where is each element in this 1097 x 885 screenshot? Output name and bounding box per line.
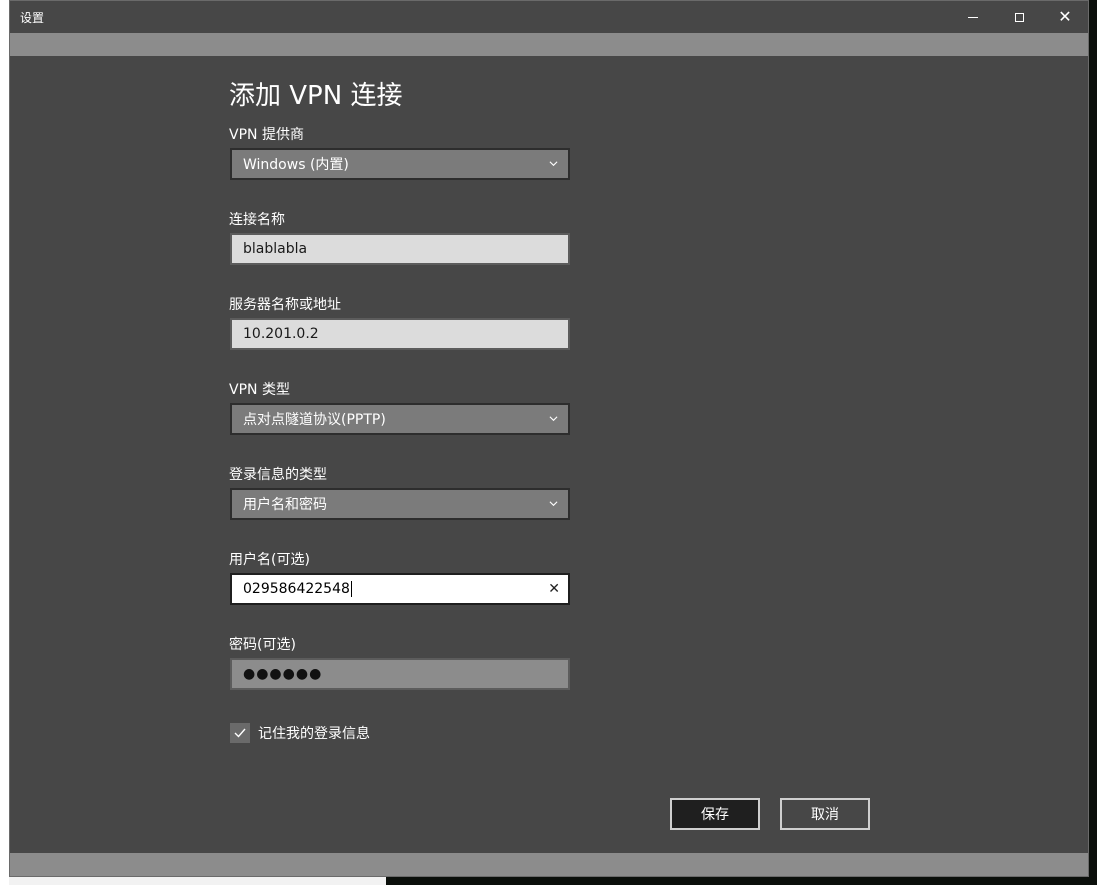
vpn-type-label: VPN 类型 bbox=[229, 382, 290, 398]
background-terminal-bottom bbox=[386, 877, 1097, 885]
server-input[interactable]: 10.201.0.2 bbox=[230, 318, 570, 350]
server-label: 服务器名称或地址 bbox=[229, 297, 341, 313]
connection-name-value: blablabla bbox=[243, 241, 308, 257]
background-window-left bbox=[0, 0, 9, 885]
connection-name-label: 连接名称 bbox=[229, 212, 285, 228]
vpn-type-select[interactable]: 点对点隧道协议(PPTP) bbox=[230, 403, 570, 435]
password-input[interactable]: ●●●●●● bbox=[230, 658, 570, 690]
connection-name-input[interactable]: blablabla bbox=[230, 233, 570, 265]
signin-type-select[interactable]: 用户名和密码 bbox=[230, 488, 570, 520]
password-label: 密码(可选) bbox=[229, 637, 296, 653]
provider-select[interactable]: Windows (内置) bbox=[230, 148, 570, 180]
username-label: 用户名(可选) bbox=[229, 552, 310, 568]
provider-value: Windows (内置) bbox=[243, 157, 349, 173]
remember-row[interactable]: 记住我的登录信息 bbox=[230, 723, 370, 743]
username-value: 029586422548 bbox=[243, 581, 350, 597]
cancel-button[interactable]: 取消 bbox=[780, 798, 870, 830]
server-value: 10.201.0.2 bbox=[243, 326, 319, 342]
vpn-type-value: 点对点隧道协议(PPTP) bbox=[243, 412, 386, 428]
password-value: ●●●●●● bbox=[243, 666, 323, 682]
chevron-down-icon bbox=[549, 416, 558, 422]
remember-checkbox[interactable] bbox=[230, 723, 250, 743]
remember-label: 记住我的登录信息 bbox=[258, 726, 370, 742]
signin-type-label: 登录信息的类型 bbox=[229, 467, 327, 483]
chevron-down-icon bbox=[549, 501, 558, 507]
provider-label: VPN 提供商 bbox=[229, 127, 304, 143]
clear-icon[interactable]: ✕ bbox=[548, 581, 560, 597]
page-title: 添加 VPN 连接 bbox=[229, 81, 403, 111]
checkmark-icon bbox=[234, 728, 246, 738]
save-button[interactable]: 保存 bbox=[670, 798, 760, 830]
chevron-down-icon bbox=[549, 161, 558, 167]
signin-type-value: 用户名和密码 bbox=[243, 497, 327, 513]
text-caret bbox=[350, 581, 352, 597]
background-window-bottom-left bbox=[9, 877, 386, 885]
username-input[interactable]: 029586422548 ✕ bbox=[230, 573, 570, 605]
background-window-right bbox=[1089, 0, 1097, 877]
settings-window: 设置 ✕ 添加 VPN 连接 VPN 提供商 Windows (内置) 连接名称… bbox=[9, 0, 1089, 877]
vpn-form: 添加 VPN 连接 VPN 提供商 Windows (内置) 连接名称 blab… bbox=[10, 1, 1088, 876]
